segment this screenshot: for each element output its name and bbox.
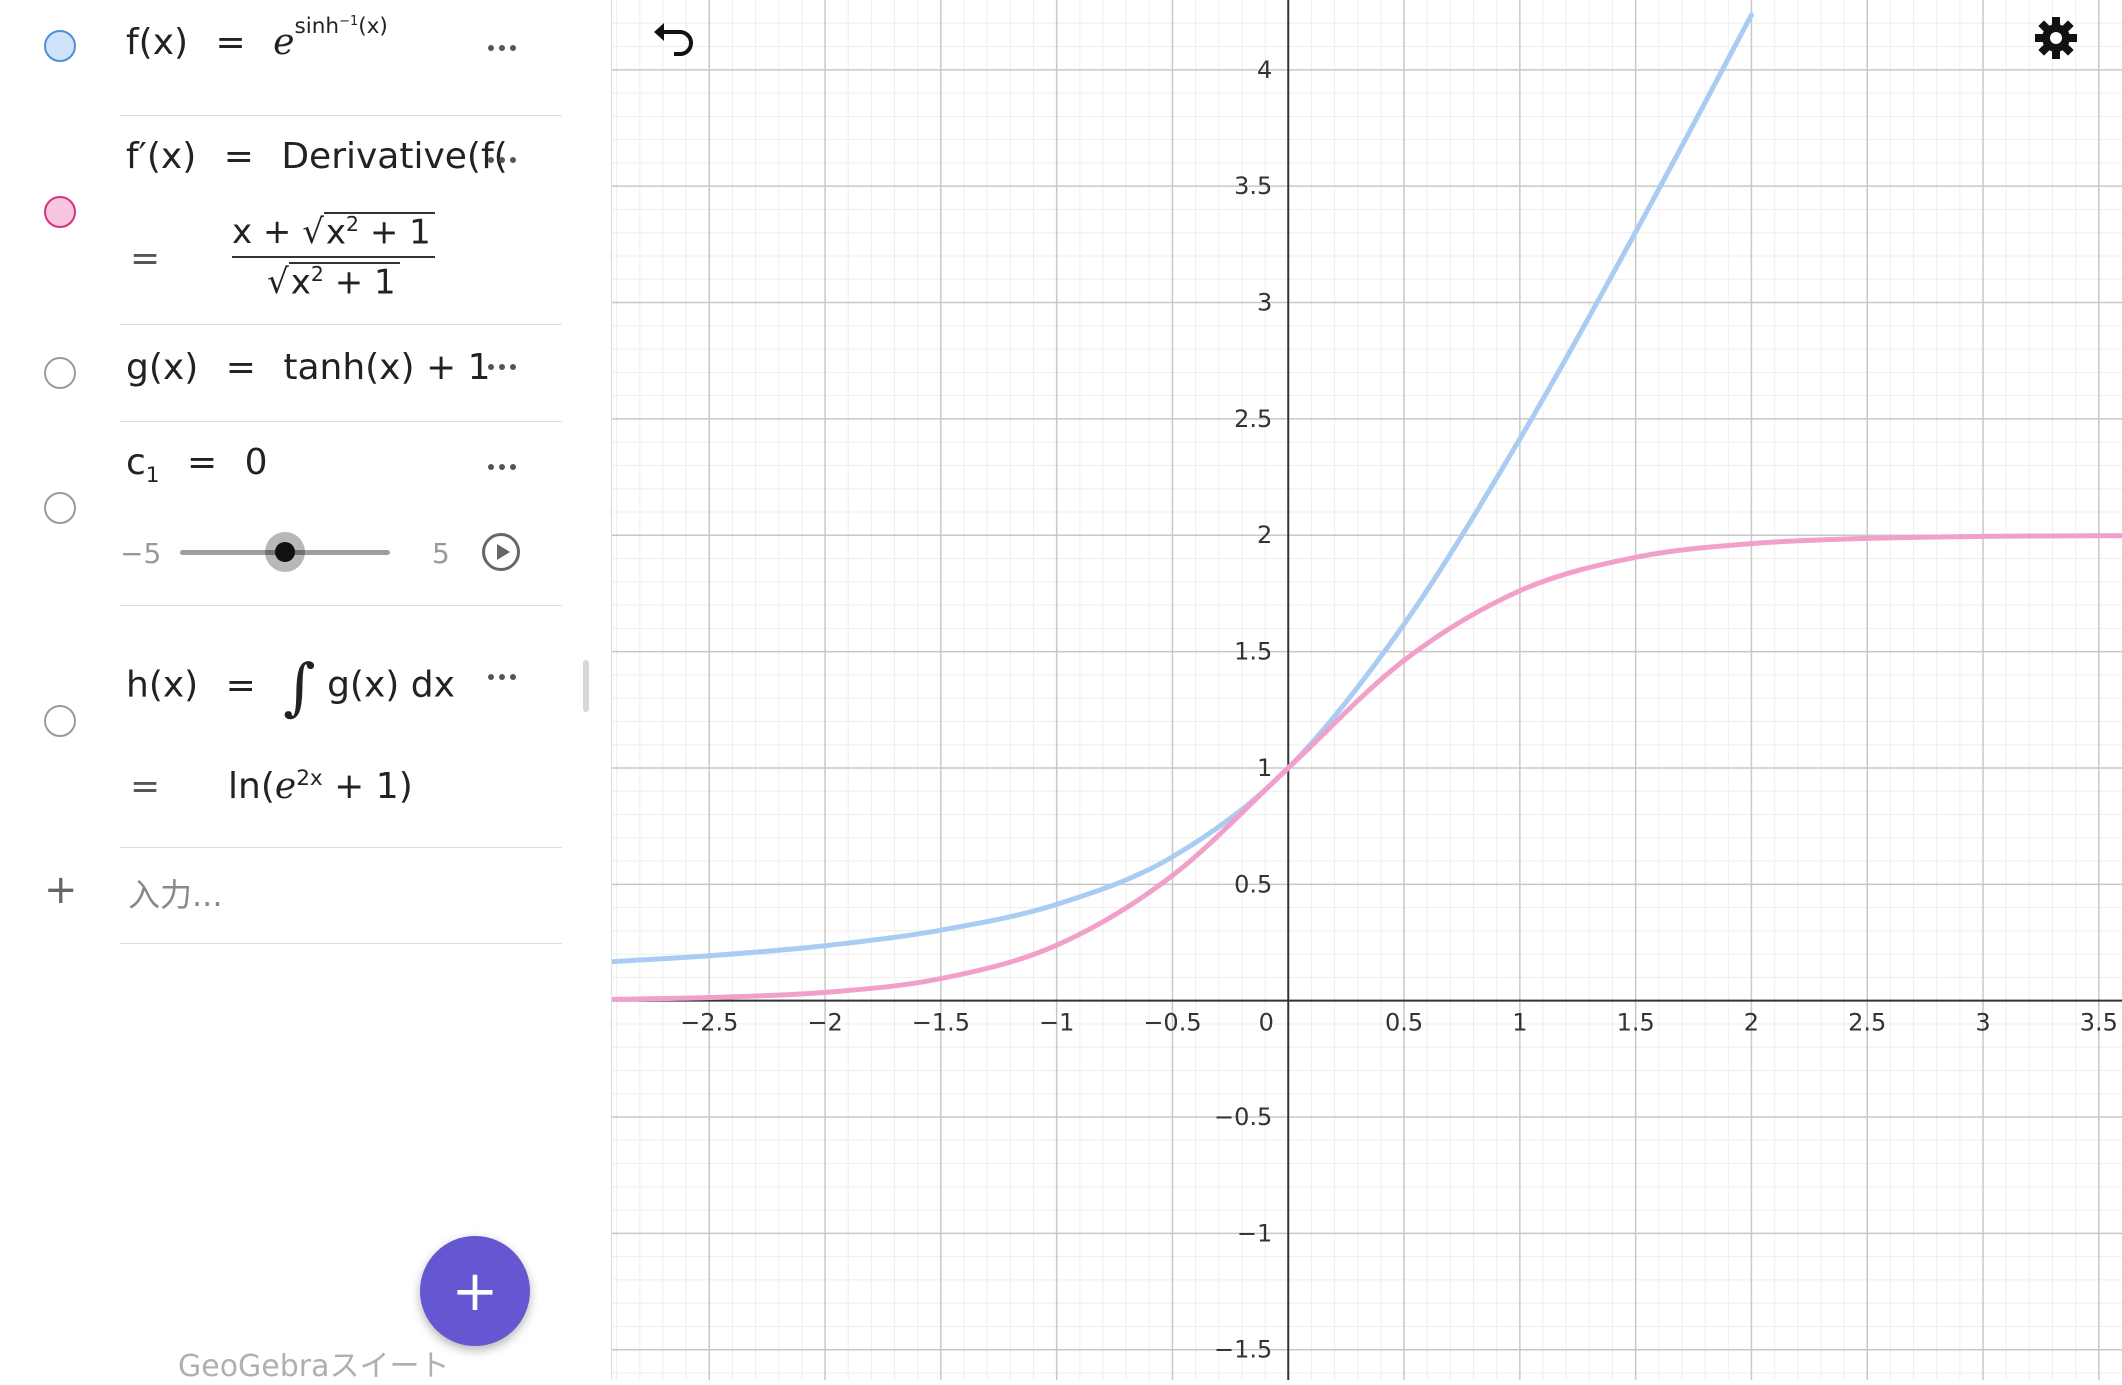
exponent-arg: (x) <box>358 14 388 40</box>
y-tick-label: −1 <box>1237 1219 1272 1247</box>
y-tick-label: −1.5 <box>1214 1336 1272 1364</box>
slider-max: 5 <box>432 537 450 570</box>
slider-min: −5 <box>120 537 162 570</box>
y-tick-label: 2.5 <box>1234 405 1272 433</box>
y-tick-label: −0.5 <box>1214 1103 1272 1131</box>
exponent-inverse: −1 <box>339 14 359 29</box>
visibility-toggle-fprime[interactable] <box>44 196 76 228</box>
more-dots-icon[interactable] <box>478 662 526 692</box>
y-tick-label: 2 <box>1257 521 1272 549</box>
play-icon[interactable] <box>482 533 520 571</box>
expression-h[interactable]: h(x) = ∫ g(x) dx <box>126 650 455 723</box>
algebra-row-g[interactable]: g(x) = tanh(x) + 1 <box>0 325 612 421</box>
equals-sign: = <box>225 347 256 388</box>
algebra-row-c1[interactable]: c1 = 0 <box>0 422 612 605</box>
fraction-numerator: x + √ x2 + 1 <box>232 212 435 252</box>
result-expression: ln(e2x + 1) <box>228 766 413 807</box>
y-tick-label: 0.5 <box>1234 870 1272 898</box>
lhs-label: f′(x) <box>126 136 197 177</box>
equals-sign: = <box>215 22 246 64</box>
x-tick-label: −2 <box>807 1009 842 1037</box>
lhs-label: f(x) <box>126 22 189 64</box>
x-tick-label: −2.5 <box>680 1009 738 1037</box>
visibility-toggle-g[interactable] <box>44 357 76 389</box>
visibility-toggle-c1[interactable] <box>44 492 76 524</box>
x-tick-label: 2.5 <box>1848 1009 1886 1037</box>
visibility-toggle-h[interactable] <box>44 705 76 737</box>
result-equals: = <box>130 766 161 807</box>
integral-sign: ∫ <box>283 650 316 723</box>
input-field[interactable]: 入力... <box>128 870 223 916</box>
graphics-view[interactable]: −2.5 −2 −1.5 −1 −0.5 0 0.5 1 1.5 2 2.5 3 3.5 −1.5 −1 −0… <box>612 0 2122 1380</box>
x-tick-label: −0.5 <box>1143 1009 1201 1037</box>
more-dots-icon[interactable] <box>478 33 526 63</box>
definition-text: Derivative(f( <box>281 136 508 177</box>
result-equals: = <box>130 238 161 279</box>
exponent: 2x <box>296 766 323 791</box>
x-tick-label: 0 <box>1259 1009 1274 1037</box>
definition-text: tanh(x) + 1 <box>283 347 491 388</box>
base-symbol: e <box>273 22 295 64</box>
equals-sign: = <box>223 136 254 177</box>
algebra-row-f[interactable]: f(x) = esinh−1(x) <box>0 0 612 115</box>
row-divider <box>120 847 562 848</box>
ln-func: ln <box>228 766 261 807</box>
radicand-tail: + 1 <box>359 212 431 253</box>
gear-icon[interactable] <box>2032 14 2080 62</box>
numerator-prefix: x + <box>232 212 303 252</box>
y-tick-label: 1.5 <box>1234 638 1272 666</box>
x-tick-label: 3 <box>1975 1009 1990 1037</box>
x-tick-label: 0.5 <box>1385 1009 1423 1037</box>
expression-f[interactable]: f(x) = esinh−1(x) <box>126 14 388 64</box>
radicand-exp: 2 <box>310 262 324 286</box>
visibility-toggle-f[interactable] <box>44 30 76 62</box>
lhs-label: g(x) <box>126 347 199 388</box>
more-dots-icon[interactable] <box>478 452 526 482</box>
add-button[interactable]: + <box>420 1236 530 1346</box>
lhs-subscript: 1 <box>145 463 160 489</box>
x-tick-label: 1 <box>1512 1009 1527 1037</box>
integrand: g(x) dx <box>327 664 455 706</box>
result-tail: + 1 <box>322 766 399 807</box>
expression-c1[interactable]: c1 = 0 <box>126 442 268 488</box>
expression-g[interactable]: g(x) = tanh(x) + 1 <box>126 347 491 388</box>
lhs-label: h(x) <box>126 664 199 706</box>
exponent-func: sinh <box>294 14 340 40</box>
more-dots-icon[interactable] <box>478 145 526 175</box>
radicand-tail: + 1 <box>323 262 396 303</box>
equals-sign: = <box>187 442 218 483</box>
x-tick-label: −1.5 <box>912 1009 970 1037</box>
y-tick-label: 3 <box>1257 289 1272 317</box>
row-divider <box>120 943 562 944</box>
lhs-label: c <box>126 442 146 483</box>
base-symbol: e <box>274 766 297 807</box>
undo-icon[interactable] <box>650 18 700 58</box>
y-tick-label: 4 <box>1257 56 1272 84</box>
y-tick-label: 1 <box>1257 754 1272 782</box>
equals-sign: = <box>225 664 256 706</box>
fraction-denominator: √ x2 + 1 <box>267 262 400 302</box>
brand-label: GeoGebraスイート <box>178 1349 450 1384</box>
radicand-exp: 2 <box>346 212 360 236</box>
y-tick-label: 3.5 <box>1234 172 1272 200</box>
algebra-view: f(x) = esinh−1(x) f′(x) = Derivative(f( … <box>0 0 612 1384</box>
slider-value: 0 <box>244 442 268 483</box>
x-tick-label: 2 <box>1744 1009 1759 1037</box>
x-tick-label: −1 <box>1039 1009 1074 1037</box>
add-icon[interactable]: + <box>44 870 78 910</box>
more-dots-icon[interactable] <box>478 352 526 382</box>
radicand: x <box>325 212 347 253</box>
x-tick-label: 1.5 <box>1617 1009 1655 1037</box>
x-tick-label: 3.5 <box>2080 1009 2118 1037</box>
result-fraction: x + √ x2 + 1 √ x2 + 1 <box>232 212 435 302</box>
expression-fprime[interactable]: f′(x) = Derivative(f( <box>126 136 508 177</box>
slider-knob[interactable] <box>265 532 305 572</box>
algebra-row-h[interactable]: h(x) = ∫ g(x) dx = ln(e2x + 1) <box>0 606 612 847</box>
radicand: x <box>290 262 311 303</box>
algebra-row-fprime[interactable]: f′(x) = Derivative(f( = x + √ x2 + 1 √ x2 … <box>0 116 612 324</box>
fraction-bar <box>232 256 435 258</box>
panel-resize-handle[interactable] <box>583 660 589 712</box>
